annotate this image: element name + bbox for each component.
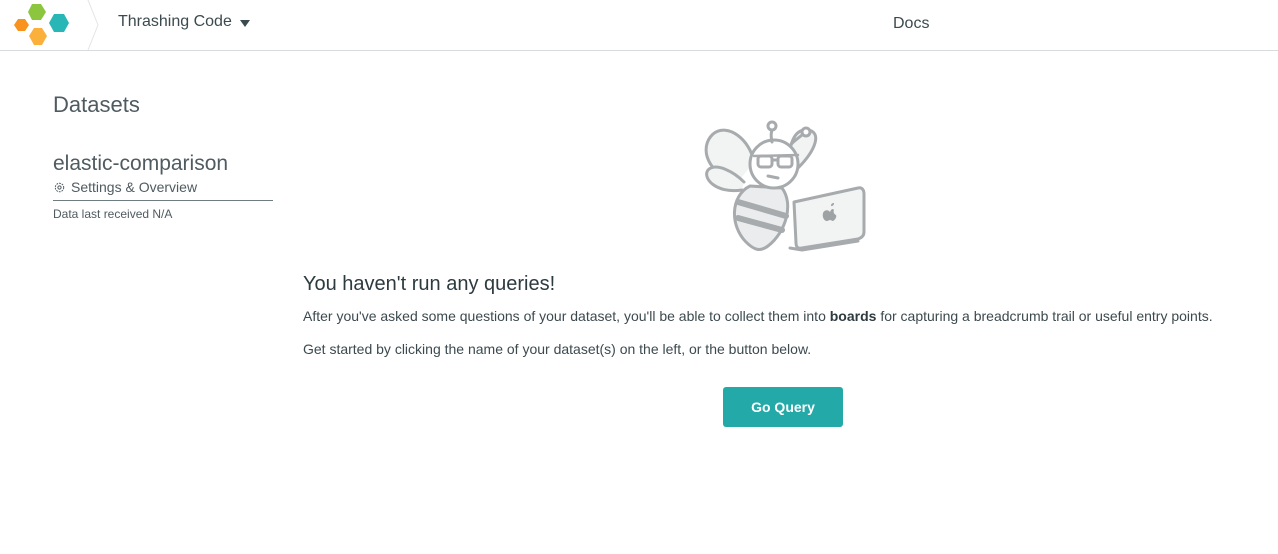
- bee-with-laptop-illustration: [704, 120, 866, 252]
- go-query-button[interactable]: Go Query: [723, 387, 843, 427]
- datasets-sidebar: Datasets elastic-comparison Settings & O…: [53, 92, 273, 221]
- docs-link[interactable]: Docs: [893, 15, 929, 33]
- empty-state-instructions: Get started by clicking the name of your…: [303, 341, 812, 357]
- settings-overview-label: Settings & Overview: [71, 179, 198, 195]
- settings-overview-link[interactable]: Settings & Overview: [53, 179, 273, 195]
- boards-keyword: boards: [829, 308, 877, 324]
- logo-divider: [87, 0, 99, 50]
- dataset-card: elastic-comparison Settings & Overview: [53, 152, 273, 201]
- gear-icon: [54, 182, 65, 192]
- empty-state-title: You haven't run any queries!: [303, 273, 556, 295]
- honeycomb-logo-icon[interactable]: [12, 2, 80, 48]
- sidebar-title: Datasets: [53, 92, 140, 117]
- empty-body-pre: After you've asked some questions of you…: [303, 308, 830, 324]
- data-last-received: Data last received N/A: [53, 207, 173, 221]
- dataset-name-link[interactable]: elastic-comparison: [53, 152, 273, 176]
- empty-body-post: for capturing a breadcrumb trail or usef…: [876, 308, 1213, 324]
- empty-state-description: After you've asked some questions of you…: [303, 307, 1213, 325]
- team-switcher-dropdown[interactable]: Thrashing Code: [118, 13, 250, 31]
- top-navbar: Thrashing Code Docs: [0, 0, 1278, 51]
- team-name: Thrashing Code: [118, 13, 232, 30]
- caret-down-icon: [239, 19, 250, 27]
